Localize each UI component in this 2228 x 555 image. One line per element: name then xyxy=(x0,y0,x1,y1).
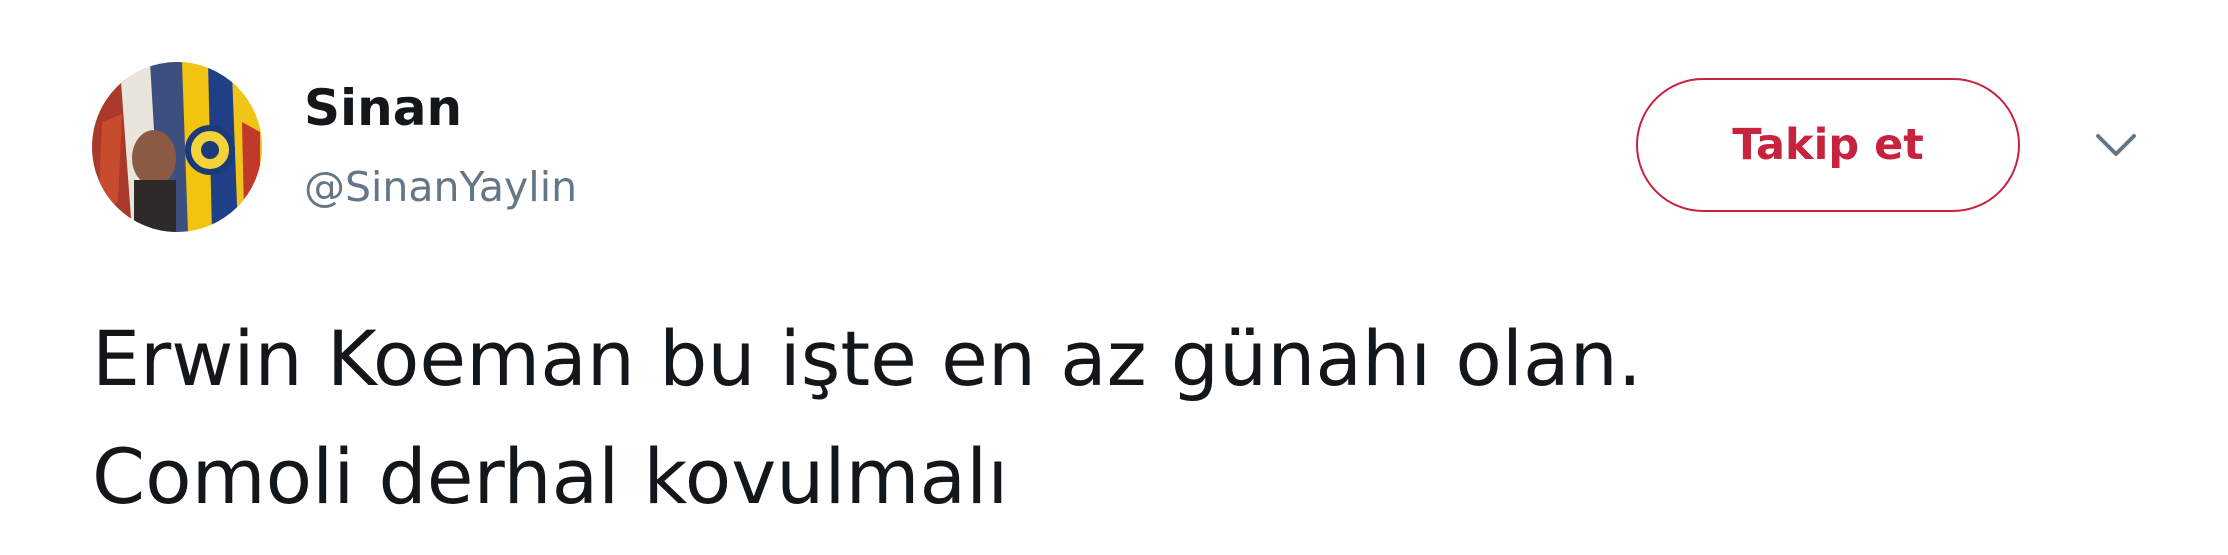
more-options-button[interactable] xyxy=(2090,126,2142,164)
follow-button[interactable]: Takip et xyxy=(1636,78,2020,212)
avatar[interactable] xyxy=(92,62,262,232)
tweet-card: Sinan @SinanYaylin Takip et Erwin Koeman… xyxy=(0,0,2228,555)
tweet-text-line: Erwin Koeman bu işte en az günahı olan. xyxy=(92,314,1642,403)
tweet-text-line: Comoli derhal kovulmalı xyxy=(92,432,1009,521)
avatar-image xyxy=(92,62,262,232)
author-handle[interactable]: @SinanYaylin xyxy=(304,162,577,212)
chevron-down-icon xyxy=(2096,134,2136,156)
tweet-text: Erwin Koeman bu işte en az günahı olan. … xyxy=(92,300,2142,536)
author-display-name[interactable]: Sinan xyxy=(304,78,462,138)
